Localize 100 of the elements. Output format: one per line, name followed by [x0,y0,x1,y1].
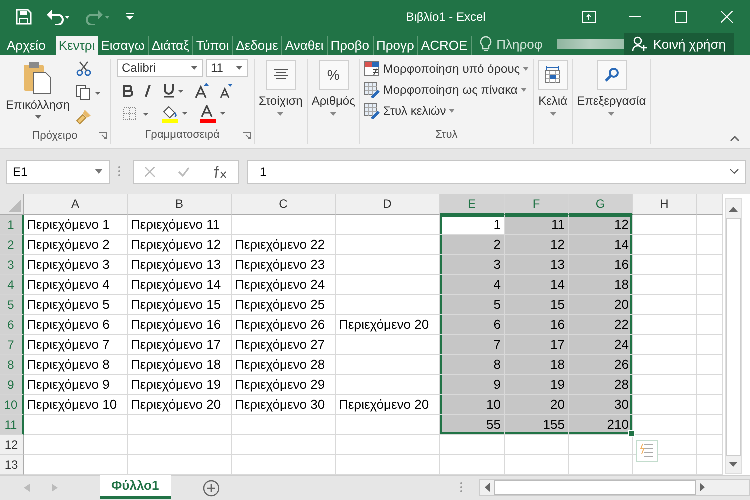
fill-color-icon[interactable] [161,105,190,123]
table-cell [633,295,697,315]
cancel-icon [145,166,156,176]
dialog-launcher-icon[interactable] [99,132,108,140]
grow-font-icon[interactable] [195,83,210,99]
undo-icon[interactable] [46,8,72,24]
table-cell: Περιεχόμενο 29 [232,375,336,395]
row-header[interactable]: 1 [0,215,24,235]
style-button[interactable]: Μορφοποίηση ως πίνακα [364,80,530,100]
column-header[interactable]: C [232,194,336,215]
name-box[interactable]: E1 [6,160,110,184]
copy-icon[interactable] [76,85,102,101]
caret-icon [34,115,42,119]
column-header[interactable]: G [569,194,633,215]
sheet-tab[interactable]: Φύλλο1 [100,475,171,499]
save-icon[interactable] [16,8,32,24]
collapse-ribbon-icon[interactable] [730,136,740,142]
ribbon-tab[interactable]: Κεντρι [56,36,98,55]
minimize-icon [629,16,641,18]
scroll-right-icon[interactable] [700,483,705,492]
column-header[interactable]: H [633,194,697,215]
table-cell: Περιεχόμενο 27 [232,335,336,355]
ribbon-tab[interactable]: Αρχείο [0,36,52,55]
row-header[interactable]: 8 [0,355,24,375]
table-cell: 26 [569,355,633,375]
column-header[interactable]: A [24,194,128,215]
table-cell: 16 [569,255,633,275]
fill-handle[interactable] [628,430,635,437]
table-cell: Περιεχόμενο 11 [128,215,232,235]
table-cell: 30 [569,395,633,415]
row-header[interactable]: 11 [0,415,24,435]
row-header[interactable]: 5 [0,295,24,315]
table-brush-icon [364,103,380,119]
table-cell: Περιεχόμενο 1 [24,215,128,235]
ribbon-display-icon [582,10,596,22]
scissors-icon[interactable] [76,61,92,77]
brush-icon[interactable] [76,109,92,125]
table-cell: Περιεχόμενο 15 [128,295,232,315]
column-header[interactable]: F [505,194,569,215]
table-cell: 17 [505,335,569,355]
collapsed-group-button[interactable]: Στοίχιση [259,59,303,117]
table-cell: 5 [440,295,505,315]
table-cell: 15 [505,295,569,315]
style-button[interactable]: Στυλ κελιών [364,101,530,121]
row-header[interactable]: 3 [0,255,24,275]
table-cell: Περιεχόμενο 23 [232,255,336,275]
dialog-launcher-icon[interactable] [243,132,252,140]
font-name-field[interactable]: Calibri [117,59,204,77]
borders-icon[interactable] [123,107,152,121]
column-header[interactable]: E [440,194,505,215]
table-cell: Περιεχόμενο 16 [128,315,232,335]
column-header[interactable]: D [336,194,440,215]
font-color-icon[interactable] [199,105,228,123]
row-header[interactable]: 13 [0,455,24,475]
table-cell: Περιεχόμενο 5 [24,295,128,315]
customize-icon[interactable] [126,12,134,20]
table-cell: Περιεχόμενο 9 [24,375,128,395]
scroll-thumb[interactable] [726,218,741,456]
scroll-up-icon[interactable] [729,207,738,212]
row-header[interactable]: 2 [0,235,24,255]
collapsed-group-button[interactable]: Κελιά [538,59,568,117]
style-button[interactable]: Μορφοποίηση υπό όρους [364,59,530,79]
caret-icon [236,66,244,70]
add-sheet-icon[interactable] [202,480,220,497]
table-cell: 18 [569,275,633,295]
scroll-down-icon[interactable] [729,462,738,467]
scroll-left-icon[interactable] [484,483,490,492]
table-cell: 20 [505,395,569,415]
tell-me-placeholder: Πληροφ [496,36,543,52]
vertical-scrollbar[interactable] [725,198,742,474]
tell-me-field[interactable]: Πληροφ [472,33,543,55]
row-header[interactable]: 10 [0,395,24,415]
row-header[interactable]: 4 [0,275,24,295]
shrink-font-icon[interactable] [219,83,234,99]
percent-icon: % [318,60,349,90]
table-cell: Περιεχόμενο 3 [24,255,128,275]
table-cell: Περιεχόμενο 28 [232,355,336,375]
paste-button[interactable]: Επικόλληση [4,59,72,127]
row-header[interactable]: 7 [0,335,24,355]
font-size-field[interactable]: 11 [206,59,248,77]
underline-icon[interactable] [163,84,186,98]
share-button[interactable]: Κοινή χρήση [624,33,734,55]
table-cell [440,435,505,455]
horizontal-scrollbar[interactable] [478,479,750,496]
corner-triangle-icon [9,200,21,212]
collapsed-group-button[interactable]: % Αριθμός [312,59,356,117]
table-cell [697,255,723,275]
conditional-format-icon [364,61,380,77]
collapsed-group-button[interactable]: Επεξεργασία [577,59,646,117]
table-cell: 18 [505,355,569,375]
row-header[interactable]: 6 [0,315,24,335]
formula-input[interactable]: 1 [247,160,746,184]
insert-function-icon[interactable] [212,166,227,178]
row-header[interactable]: 9 [0,375,24,395]
table-cell: 12 [505,235,569,255]
scroll-thumb[interactable] [494,480,696,495]
row-header[interactable]: 12 [0,435,24,455]
column-header[interactable]: B [128,194,232,215]
bold-icon[interactable] [123,85,134,97]
italic-icon[interactable] [143,85,154,97]
